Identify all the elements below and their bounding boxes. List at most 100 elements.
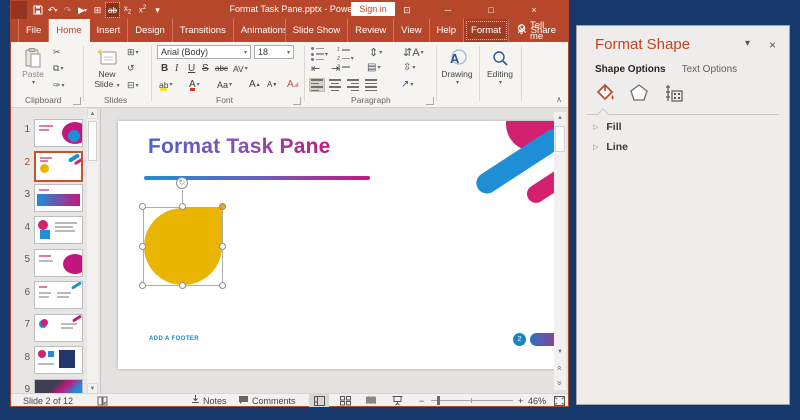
sign-in-button[interactable]: Sign in: [351, 2, 395, 16]
size-properties-icon[interactable]: [663, 82, 685, 104]
tab-text-options[interactable]: Text Options: [682, 64, 738, 75]
tab-view[interactable]: View: [394, 19, 430, 42]
slide-layout-icon[interactable]: ⊞ ▾: [127, 47, 139, 58]
underline-button[interactable]: U: [188, 62, 195, 75]
tab-format[interactable]: Format: [464, 19, 510, 42]
text-direction-button[interactable]: ⇵ A ▾: [403, 46, 424, 60]
next-slide-icon[interactable]: »: [554, 377, 566, 389]
ribbon-display-options-button[interactable]: ⊡: [394, 1, 420, 19]
comments-button[interactable]: Comments: [238, 394, 296, 407]
pane-options-dropdown-icon[interactable]: ▾: [745, 38, 750, 49]
footer-placeholder[interactable]: ADD A FOOTER: [149, 336, 199, 342]
scrollbar-thumb[interactable]: [88, 121, 97, 161]
thumbnail-scrollbar[interactable]: ▲ ▼: [87, 108, 98, 394]
align-right-button[interactable]: [345, 78, 361, 92]
handle-mid-left[interactable]: [139, 243, 146, 250]
columns-button[interactable]: ▤ ▾: [367, 62, 380, 73]
previous-slide-icon[interactable]: «: [554, 362, 566, 374]
slide-thumbnail-3[interactable]: [34, 184, 83, 212]
align-left-button[interactable]: [309, 78, 325, 92]
handle-bottom-left[interactable]: [139, 282, 146, 289]
handle-bottom-center[interactable]: [179, 282, 186, 289]
increase-indent-button[interactable]: ⇥: [331, 62, 340, 75]
section-icon[interactable]: ⊟ ▾: [127, 80, 139, 91]
pane-close-icon[interactable]: ×: [769, 38, 776, 52]
save-icon[interactable]: [31, 3, 44, 17]
zoom-slider-track[interactable]: [431, 400, 513, 401]
slide-thumbnail-2[interactable]: [34, 151, 83, 182]
subscript-button[interactable]: x2: [121, 3, 134, 17]
scroll-down-icon[interactable]: ▼: [554, 346, 566, 358]
character-spacing-button[interactable]: AV ▾: [233, 62, 248, 75]
slide-title-text[interactable]: Format Task Pane: [148, 135, 331, 159]
handle-top-left[interactable]: [139, 203, 146, 210]
expand-line-icon[interactable]: ▷: [593, 143, 598, 151]
align-text-button[interactable]: ⇳ ▾: [403, 62, 415, 73]
tab-insert[interactable]: Insert: [90, 19, 129, 42]
normal-view-icon[interactable]: [309, 394, 329, 407]
tab-slide-show[interactable]: Slide Show: [286, 19, 349, 42]
strikethrough-icon[interactable]: ab: [105, 2, 120, 18]
tab-home[interactable]: Home: [49, 19, 90, 42]
superscript-button[interactable]: x2: [136, 3, 149, 17]
slide-sorter-view-icon[interactable]: [335, 394, 355, 407]
slide-thumbnail-1[interactable]: [34, 119, 83, 147]
handle-bottom-right[interactable]: [219, 282, 226, 289]
collapse-ribbon-icon[interactable]: ∧: [556, 95, 562, 104]
zoom-slider-thumb[interactable]: [437, 396, 440, 405]
editing-button[interactable]: Editing ▾: [482, 45, 518, 103]
start-from-beginning-button[interactable]: ▶ ▾: [76, 3, 89, 17]
highlight-color-button[interactable]: ab ▾: [159, 78, 172, 91]
share-button[interactable]: Share: [517, 19, 556, 42]
fill-and-line-icon[interactable]: [593, 82, 615, 104]
clear-formatting-icon[interactable]: A ◢: [287, 78, 298, 91]
slide-thumbnail-5[interactable]: [34, 249, 83, 277]
slide-show-icon[interactable]: [387, 394, 407, 407]
change-case-button[interactable]: Aa ▾: [217, 78, 232, 91]
fill-section-header[interactable]: ▷ Fill: [593, 121, 622, 133]
bullets-button[interactable]: ▾: [311, 47, 328, 61]
italic-button[interactable]: I: [175, 62, 178, 75]
slide-vertical-scrollbar[interactable]: ▲ ▼ « »: [554, 112, 566, 390]
slide-thumbnail-8[interactable]: [34, 346, 83, 374]
redo-button[interactable]: ↷: [61, 3, 74, 17]
slide-thumbnail-4[interactable]: [34, 216, 83, 244]
font-color-button[interactable]: A ▾: [189, 78, 200, 91]
restore-button[interactable]: □: [478, 1, 504, 19]
font-dialog-launcher[interactable]: [293, 97, 301, 105]
font-name-combo[interactable]: Arial (Body) ▾: [157, 45, 251, 59]
tab-review[interactable]: Review: [348, 19, 395, 42]
handle-top-center[interactable]: [179, 203, 186, 210]
rotate-handle[interactable]: ↻: [176, 177, 188, 189]
format-painter-icon[interactable]: ✑ ▾: [53, 80, 65, 91]
copy-icon[interactable]: ⧉ ▾: [53, 63, 63, 74]
line-spacing-button[interactable]: ⇕ ▾: [369, 46, 382, 59]
grid-icon[interactable]: ⊞: [91, 3, 104, 17]
tab-shape-options[interactable]: Shape Options: [595, 64, 666, 75]
font-size-combo[interactable]: 18 ▾: [254, 45, 294, 59]
slide-canvas[interactable]: Format Task Pane ↻ ADD A FOOTER 2: [118, 121, 562, 369]
customize-qat-dropdown[interactable]: ▾: [151, 3, 164, 17]
scroll-up-icon[interactable]: ▲: [87, 108, 98, 119]
convert-to-smartart-button[interactable]: ↗ ▾: [401, 79, 413, 90]
tab-animations[interactable]: Animations: [234, 19, 286, 42]
zoom-level[interactable]: 46%: [528, 394, 546, 407]
fit-slide-to-window-icon[interactable]: [549, 394, 569, 407]
decrease-indent-button[interactable]: ⇤: [311, 62, 320, 75]
line-section-header[interactable]: ▷ Line: [593, 141, 628, 153]
bold-button[interactable]: B: [161, 62, 168, 75]
proofing-icon[interactable]: [97, 394, 108, 407]
app-icon[interactable]: [11, 1, 27, 19]
paragraph-dialog-launcher[interactable]: [426, 97, 434, 105]
minimize-button[interactable]: ─: [435, 1, 461, 19]
reading-view-icon[interactable]: [361, 394, 381, 407]
clipboard-dialog-launcher[interactable]: [73, 97, 81, 105]
reset-slide-icon[interactable]: ↺: [127, 63, 135, 74]
cut-icon[interactable]: ✂: [53, 47, 61, 58]
tab-help[interactable]: Help: [430, 19, 465, 42]
slide-thumbnail-9[interactable]: [34, 379, 83, 394]
drawing-button[interactable]: A Drawing ▾: [439, 45, 475, 103]
scroll-up-icon[interactable]: ▲: [554, 112, 566, 124]
adjust-handle-top-right[interactable]: [219, 203, 226, 210]
notes-button[interactable]: Notes: [191, 394, 227, 407]
